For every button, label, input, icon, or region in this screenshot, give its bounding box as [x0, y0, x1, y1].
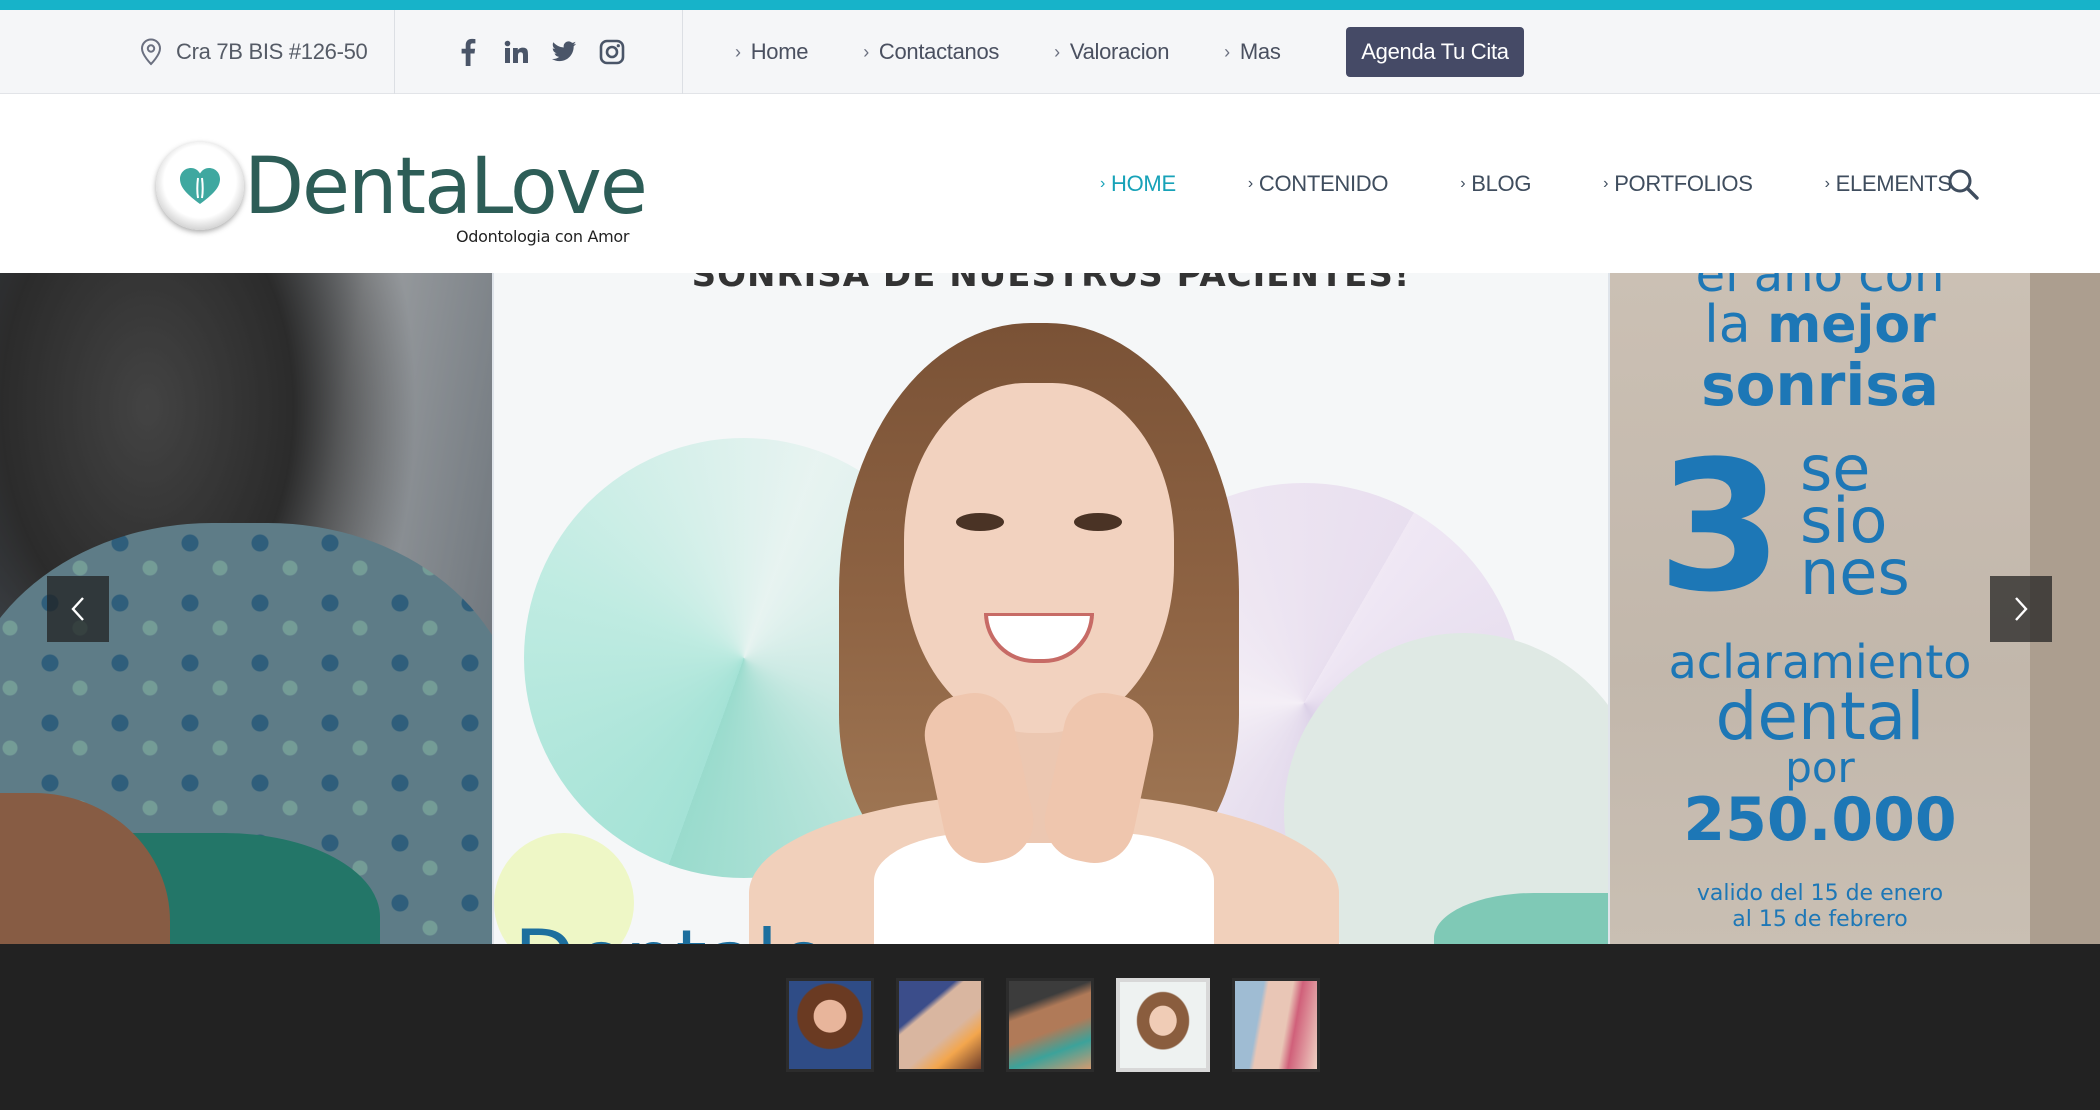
top-link-label: Home — [750, 39, 809, 64]
chevron-left-icon — [71, 597, 84, 621]
nav-elements[interactable]: › ELEMENTS — [1824, 171, 1953, 197]
chevron-right-icon — [2015, 597, 2028, 621]
logo-tagline: Odontologia con Amor — [456, 227, 630, 246]
thumbnail-active[interactable] — [1116, 978, 1210, 1072]
thumbnail[interactable] — [1006, 978, 1094, 1072]
nav-label: CONTENIDO — [1258, 171, 1389, 196]
divider — [394, 10, 395, 94]
chevron-right-icon: › — [1224, 41, 1230, 62]
nav-label: ELEMENTS — [1835, 171, 1952, 196]
facebook-icon[interactable] — [455, 38, 481, 66]
nav-blog[interactable]: › BLOG — [1460, 171, 1531, 197]
agenda-cita-button[interactable]: Agenda Tu Cita — [1346, 27, 1524, 77]
search-icon[interactable] — [1946, 167, 1980, 201]
portrait-top — [874, 833, 1214, 944]
page: Cra 7B BIS #126-50 › Home › Contactanos › V… — [0, 0, 2100, 1110]
portrait-eye — [956, 513, 1004, 531]
nav-label: BLOG — [1471, 171, 1532, 196]
nav-portfolios[interactable]: › PORTFOLIOS — [1603, 171, 1753, 197]
thumbnail-image — [899, 981, 981, 1069]
thumbnail-image — [789, 981, 871, 1069]
main-header: DentaLove Odontologia con Amor › HOME › CO… — [0, 95, 2100, 273]
slide-current: SONRISA DE NUESTROS PACIENTES! Dentale — [494, 273, 1608, 944]
nav-contenido[interactable]: › CONTENIDO — [1247, 171, 1389, 197]
chevron-right-icon: › — [1824, 175, 1830, 192]
top-link-contactanos[interactable]: › Contactanos — [863, 39, 999, 65]
top-link-home[interactable]: › Home — [735, 39, 809, 65]
slide-bottom-text: Dentale — [514, 913, 827, 944]
chevron-right-icon: › — [1460, 175, 1466, 192]
location-pin-icon — [140, 38, 162, 66]
hero-slider: SONRISA DE NUESTROS PACIENTES! Dentale e… — [0, 273, 2100, 944]
top-accent-line — [0, 0, 2100, 10]
logo-wordmark: DentaLove — [244, 142, 648, 232]
top-bar: Cra 7B BIS #126-50 › Home › Contactanos › V… — [0, 10, 2100, 94]
top-link-label: Contactanos — [878, 39, 1000, 64]
chevron-right-icon: › — [1054, 41, 1060, 62]
nav-home[interactable]: › HOME — [1100, 171, 1176, 197]
top-link-valoracion[interactable]: › Valoracion — [1054, 39, 1169, 65]
twitter-icon[interactable] — [551, 39, 577, 65]
thumbnail-image — [1120, 982, 1206, 1068]
thumbnail-bar — [0, 944, 2100, 1110]
address-text: Cra 7B BIS #126-50 — [176, 39, 368, 64]
thumbnail[interactable] — [786, 978, 874, 1072]
slider-prev-button[interactable] — [47, 576, 109, 642]
chevron-right-icon: › — [735, 41, 741, 62]
thumbnail[interactable] — [896, 978, 984, 1072]
nav-label: PORTFOLIOS — [1614, 171, 1753, 196]
chevron-right-icon: › — [1247, 175, 1253, 192]
thumbnail-image — [1235, 981, 1317, 1069]
linkedin-icon[interactable] — [503, 39, 529, 65]
chevron-right-icon: › — [1603, 175, 1609, 192]
chevron-right-icon: › — [1100, 175, 1106, 192]
slider-next-button[interactable] — [1990, 576, 2052, 642]
thumbnail-image — [1009, 981, 1091, 1069]
slide-headline: SONRISA DE NUESTROS PACIENTES! — [691, 273, 1411, 295]
social-links — [455, 10, 625, 94]
portrait-eye — [1074, 513, 1122, 531]
chevron-right-icon: › — [863, 41, 869, 62]
address: Cra 7B BIS #126-50 — [140, 10, 368, 94]
top-nav: › Home › Contactanos › Valoracion › Mas — [735, 10, 1336, 94]
heart-icon — [180, 168, 220, 204]
thumbnail-list — [786, 978, 1320, 1072]
top-link-label: Mas — [1239, 39, 1281, 64]
thumbnail[interactable] — [1232, 978, 1320, 1072]
portrait-face — [904, 383, 1174, 733]
top-link-label: Valoracion — [1069, 39, 1170, 64]
divider — [682, 10, 683, 94]
logo[interactable]: DentaLove Odontologia con Amor — [152, 137, 648, 247]
top-link-mas[interactable]: › Mas — [1224, 39, 1281, 65]
instagram-icon[interactable] — [599, 39, 625, 65]
logo-mark — [156, 142, 244, 230]
nav-label: HOME — [1111, 171, 1176, 196]
main-nav: › HOME › CONTENIDO › BLOG › PORTFOLIOS › ELEM… — [1100, 95, 2024, 273]
